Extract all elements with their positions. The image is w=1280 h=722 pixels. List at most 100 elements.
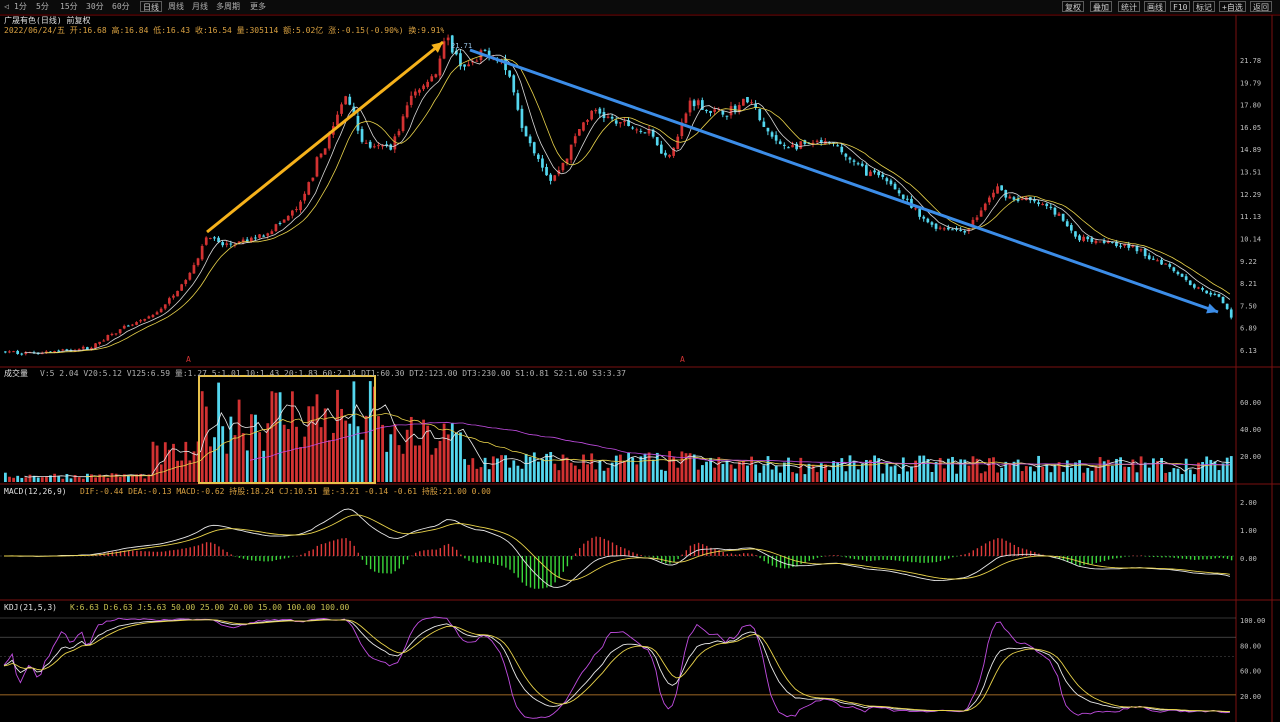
- volume-bar: [262, 450, 266, 482]
- volume-bar: [1143, 462, 1147, 482]
- volume-bar: [303, 436, 307, 482]
- macd-histogram-bar: [205, 542, 208, 556]
- candle: [590, 110, 593, 121]
- macd-histogram-bar: [620, 547, 622, 556]
- volume-bar: [561, 454, 565, 482]
- candle: [282, 219, 286, 223]
- volume-bar: [491, 456, 495, 482]
- volume-bar: [1090, 470, 1094, 482]
- volume-bar: [717, 457, 721, 482]
- macd-histogram-bar: [460, 554, 462, 556]
- macd-histogram-bar: [300, 554, 302, 556]
- volume-bar: [291, 391, 294, 482]
- period-60min[interactable]: 60分: [112, 1, 130, 12]
- candle: [323, 148, 327, 155]
- macd-histogram-bar: [509, 556, 511, 570]
- macd-histogram-bar: [287, 556, 290, 558]
- volume-bar: [598, 459, 602, 482]
- kdj-axis-tick: 60.00: [1240, 668, 1261, 676]
- period-1min[interactable]: 1分: [14, 1, 27, 12]
- volume-bar: [340, 408, 343, 482]
- btn-draw[interactable]: 画线: [1144, 1, 1166, 12]
- macd-histogram-bar: [341, 538, 343, 556]
- period-week[interactable]: 周线: [168, 1, 184, 12]
- period-month[interactable]: 月线: [192, 1, 208, 12]
- volume-bar: [1193, 474, 1196, 482]
- candle: [176, 290, 179, 297]
- macd-histogram-bar: [1214, 556, 1216, 559]
- macd-histogram-bar: [972, 550, 974, 556]
- volume-bar: [81, 478, 85, 482]
- macd-histogram-bar: [140, 550, 142, 556]
- macd-histogram-bar: [874, 556, 876, 561]
- macd-histogram-bar: [1005, 540, 1007, 556]
- kdj-indicator-name[interactable]: KDJ(21,5,3): [4, 603, 57, 612]
- macd-histogram-bar: [652, 556, 655, 558]
- macd-histogram-bar: [558, 556, 560, 578]
- volume-bar: [237, 399, 241, 482]
- volume-bar: [65, 474, 69, 482]
- btn-add-favorite[interactable]: +自选: [1219, 1, 1246, 12]
- period-30min[interactable]: 30分: [86, 1, 104, 12]
- btn-stats[interactable]: 统计: [1118, 1, 1140, 12]
- volume-bar: [1209, 459, 1213, 482]
- volume-bar: [1041, 466, 1045, 482]
- marker-a-1: A: [186, 355, 191, 364]
- macd-indicator-name[interactable]: MACD(12,26,9): [4, 487, 67, 496]
- macd-histogram-bar: [984, 543, 987, 556]
- macd-histogram-bar: [775, 556, 778, 568]
- btn-f10[interactable]: F10: [1170, 1, 1191, 12]
- volume-bar: [418, 445, 421, 482]
- macd-histogram-bar: [144, 551, 146, 556]
- macd-histogram-bar: [201, 543, 204, 556]
- volume-bar: [69, 478, 73, 482]
- macd-histogram-bar: [861, 556, 864, 560]
- macd-histogram-bar: [349, 540, 351, 556]
- macd-histogram-bar: [488, 556, 491, 563]
- volume-bar: [344, 420, 348, 482]
- volume-bar: [520, 468, 524, 482]
- macd-histogram-bar: [808, 556, 810, 561]
- btn-return[interactable]: 返回: [1250, 1, 1272, 12]
- macd-histogram-bar: [870, 556, 872, 561]
- period-15min[interactable]: 15分: [60, 1, 78, 12]
- period-more[interactable]: 更多: [250, 1, 266, 12]
- volume-bar: [102, 476, 106, 482]
- macd-histogram-bar: [615, 545, 618, 556]
- volume-indicator-name[interactable]: 成交量: [4, 369, 28, 378]
- macd-histogram-bar: [173, 550, 175, 556]
- volume-bar: [676, 467, 680, 482]
- volume-bar: [327, 440, 331, 482]
- macd-histogram-bar: [447, 543, 450, 556]
- candle: [582, 121, 585, 132]
- period-day[interactable]: 日线: [140, 1, 162, 12]
- macd-histogram-bar: [603, 538, 605, 556]
- back-icon[interactable]: ◁: [4, 1, 9, 12]
- btn-overlay[interactable]: 叠加: [1090, 1, 1112, 12]
- btn-adjust[interactable]: 复权: [1062, 1, 1084, 12]
- volume-bar: [541, 458, 544, 482]
- volume-bar: [807, 463, 811, 482]
- macd-histogram-bar: [948, 556, 950, 559]
- volume-bar: [225, 453, 229, 482]
- period-multi[interactable]: 多周期: [216, 1, 240, 12]
- macd-histogram-bar: [759, 556, 761, 559]
- macd-histogram-bar: [152, 551, 154, 556]
- period-5min[interactable]: 5分: [36, 1, 49, 12]
- volume-bar: [565, 457, 569, 482]
- btn-mark[interactable]: 标记: [1193, 1, 1215, 12]
- macd-histogram-bar: [1189, 556, 1192, 560]
- macd-histogram-bar: [451, 546, 454, 556]
- macd-histogram-bar: [1095, 556, 1097, 563]
- volume-axis-tick: 40.00: [1240, 426, 1261, 434]
- candle: [307, 181, 311, 196]
- macd-histogram-bar: [751, 553, 753, 556]
- macd-histogram-bar: [927, 556, 929, 563]
- macd-histogram-bar: [661, 556, 663, 562]
- macd-histogram-bar: [1181, 556, 1184, 559]
- volume-bar: [1045, 463, 1049, 482]
- macd-histogram-bar: [390, 556, 392, 574]
- macd-histogram-bar: [1083, 556, 1085, 566]
- volume-bar: [1152, 458, 1155, 482]
- volume-bar: [1135, 472, 1139, 482]
